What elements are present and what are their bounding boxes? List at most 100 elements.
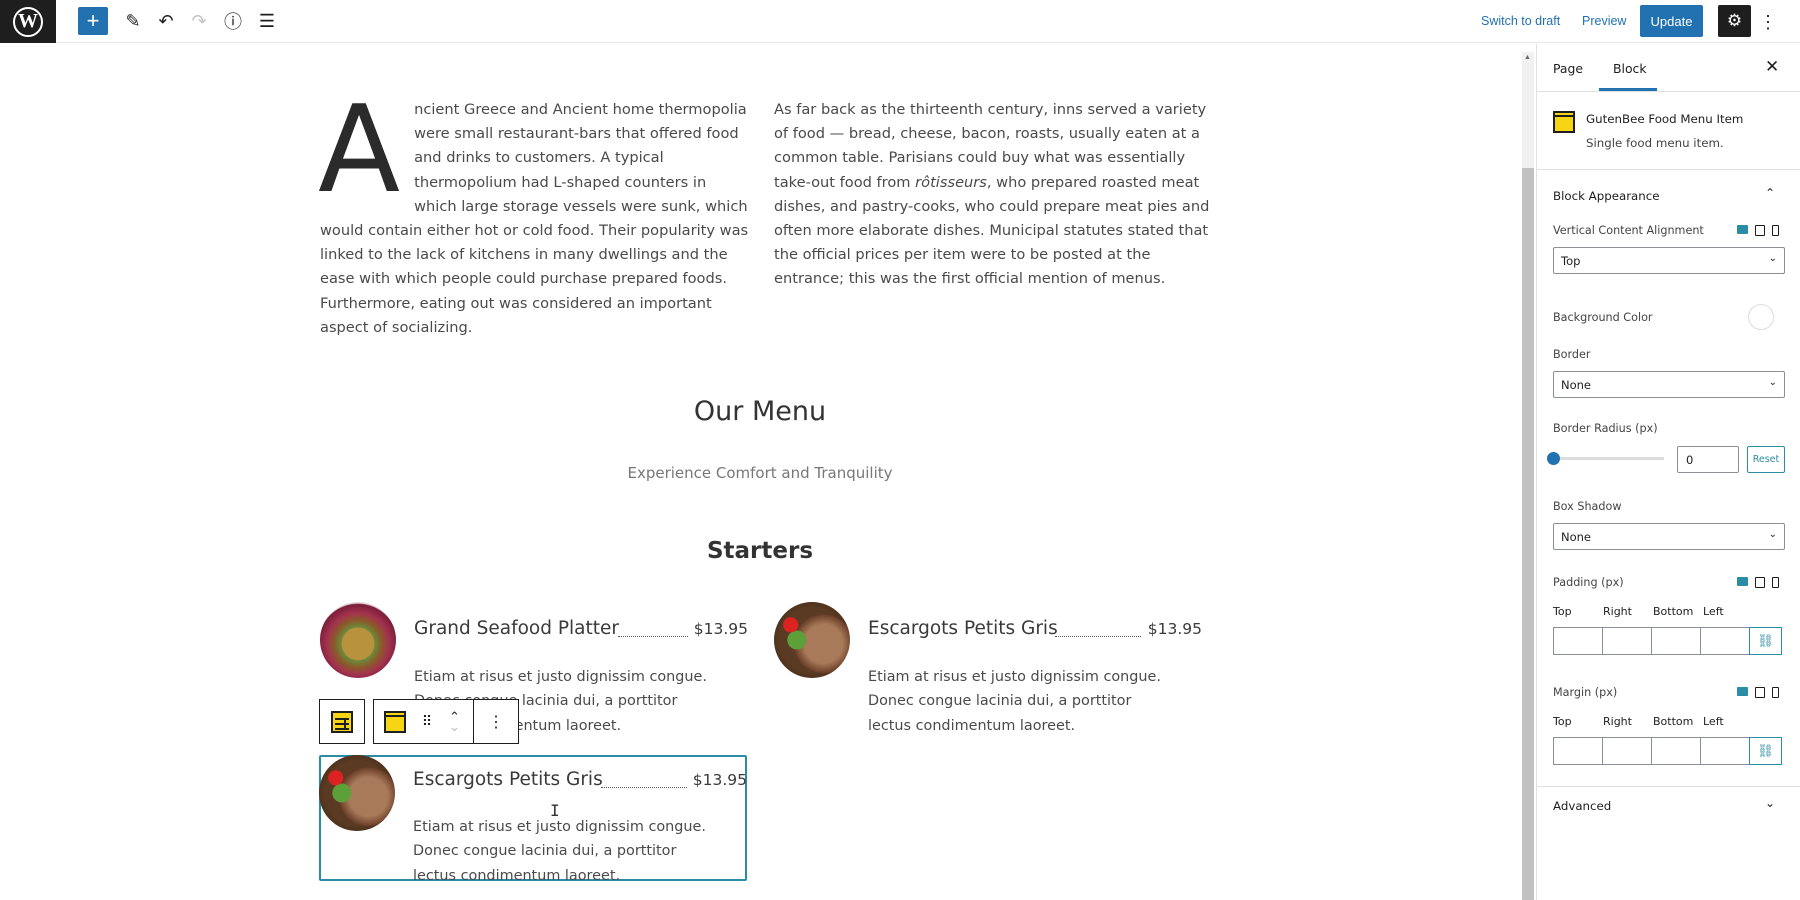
side-label-right: Right xyxy=(1603,715,1632,728)
undo-icon: ↶ xyxy=(158,10,174,31)
border-radius-slider-handle[interactable] xyxy=(1547,452,1560,465)
tools-button[interactable]: ✎ xyxy=(118,7,148,35)
padding-right-input[interactable] xyxy=(1602,627,1652,655)
margin-right-input[interactable] xyxy=(1602,737,1652,765)
pencil-icon: ✎ xyxy=(125,10,141,31)
menu-item-selected[interactable]: Escargots Petits Gris $13.95 Etiam at ri… xyxy=(319,755,747,884)
panel-title-block-appearance[interactable]: Block Appearance xyxy=(1553,189,1660,203)
menu-item-name[interactable]: Grand Seafood Platter xyxy=(414,618,619,639)
padding-link-button[interactable]: ⛓ xyxy=(1749,627,1782,655)
padding-bottom-input[interactable] xyxy=(1651,627,1701,655)
block-options-button[interactable]: ⋮ xyxy=(474,700,518,743)
settings-sidebar: Page Block ✕ GutenBee Food Menu Item Sin… xyxy=(1537,44,1800,900)
background-color-label: Background Color xyxy=(1553,311,1653,324)
menu-item-price[interactable]: $13.95 xyxy=(694,620,748,638)
vertical-alignment-label: Vertical Content Alignment xyxy=(1553,224,1704,237)
food-menu-item-icon xyxy=(384,710,406,733)
block-toolbar: ⠿ ⌃ ⌄ ⋮ xyxy=(319,699,519,745)
responsive-device-switcher xyxy=(1737,225,1779,236)
side-label-top: Top xyxy=(1553,605,1572,618)
tab-block[interactable]: Block xyxy=(1613,61,1647,76)
wordpress-logo-button[interactable]: W xyxy=(0,0,56,43)
margin-left-input[interactable] xyxy=(1700,737,1750,765)
dotted-leader xyxy=(601,787,687,788)
scroll-up-arrow-icon[interactable]: ▲ xyxy=(1524,54,1531,61)
options-menu-button[interactable]: ⋮ xyxy=(1759,8,1777,36)
border-radius-slider-track[interactable] xyxy=(1553,457,1664,460)
tab-page[interactable]: Page xyxy=(1553,61,1583,76)
panel-divider xyxy=(1537,786,1800,787)
padding-side-labels: Top Right Bottom Left xyxy=(1553,605,1753,618)
move-down-button[interactable]: ⌄ xyxy=(449,720,460,733)
preview-button[interactable]: Preview xyxy=(1582,14,1626,28)
block-type-button[interactable] xyxy=(374,700,416,743)
menu-subtitle[interactable]: Experience Comfort and Tranquility xyxy=(560,464,960,482)
undo-button[interactable]: ↶ xyxy=(151,7,181,35)
desktop-icon[interactable] xyxy=(1737,577,1748,586)
select-value: None xyxy=(1561,378,1592,392)
menu-item-image-seafood-platter xyxy=(320,602,396,678)
text-cursor: I xyxy=(550,801,560,820)
border-radius-input[interactable]: 0 xyxy=(1677,446,1739,473)
padding-left-input[interactable] xyxy=(1700,627,1750,655)
paragraph-right[interactable]: As far back as the thirteenth century, i… xyxy=(774,98,1210,292)
margin-link-button[interactable]: ⛓ xyxy=(1749,737,1782,765)
dotted-leader xyxy=(1055,636,1141,637)
add-block-button[interactable]: + xyxy=(78,7,108,35)
background-color-picker[interactable] xyxy=(1748,304,1774,330)
menu-title[interactable]: Our Menu xyxy=(560,396,960,427)
border-radius-reset-button[interactable]: Reset xyxy=(1747,446,1785,473)
paragraph-left[interactable]: A ncient Greece and Ancient home thermop… xyxy=(318,81,750,340)
update-button[interactable]: Update xyxy=(1640,5,1703,37)
menu-item-price[interactable]: $13.95 xyxy=(1148,620,1202,638)
menu-item-price[interactable]: $13.95 xyxy=(693,771,747,789)
food-menu-table-icon xyxy=(331,710,353,733)
paragraph-rest: which would contain either hot or cold f… xyxy=(320,197,749,336)
close-sidebar-button[interactable]: ✕ xyxy=(1765,57,1779,77)
vertical-alignment-select[interactable]: Top ⌄ xyxy=(1553,247,1785,274)
dotted-leader xyxy=(618,636,688,637)
link-icon: ⛓ xyxy=(1757,633,1774,649)
list-view-button[interactable]: ☰ xyxy=(252,7,282,35)
drag-handle[interactable]: ⠿ xyxy=(416,700,436,743)
menu-item[interactable]: Escargots Petits Gris $13.95 Etiam at ri… xyxy=(774,602,1202,734)
menu-item-description[interactable]: Etiam at risus et justo dignissim congue… xyxy=(868,665,1168,738)
padding-inputs: ⛓ xyxy=(1553,627,1782,655)
settings-button[interactable]: ⚙ xyxy=(1718,5,1751,37)
sidebar-tabs: Page Block ✕ xyxy=(1537,44,1800,92)
desktop-icon[interactable] xyxy=(1737,687,1748,696)
switch-to-draft-button[interactable]: Switch to draft xyxy=(1481,14,1560,28)
mobile-icon[interactable] xyxy=(1772,225,1779,236)
select-parent-block-button[interactable] xyxy=(319,699,365,744)
redo-button[interactable]: ↷ xyxy=(184,7,214,35)
menu-item-description[interactable]: Etiam at risus et justo dignissim congue… xyxy=(413,815,713,888)
margin-bottom-input[interactable] xyxy=(1651,737,1701,765)
box-shadow-select[interactable]: None ⌄ xyxy=(1553,523,1785,550)
canvas-scrollbar-thumb[interactable] xyxy=(1522,168,1534,900)
menu-item-name[interactable]: Escargots Petits Gris xyxy=(868,618,1058,639)
side-label-bottom: Bottom xyxy=(1653,715,1694,728)
chevron-down-icon[interactable]: ⌄ xyxy=(1765,796,1775,810)
wordpress-icon: W xyxy=(13,6,43,37)
padding-top-input[interactable] xyxy=(1553,627,1603,655)
tablet-icon[interactable] xyxy=(1755,577,1765,588)
margin-top-input[interactable] xyxy=(1553,737,1603,765)
dropcap-letter: A xyxy=(318,81,401,220)
section-title[interactable]: Starters xyxy=(560,538,960,564)
tablet-icon[interactable] xyxy=(1755,687,1765,698)
menu-item-image-grilled-steak xyxy=(774,602,850,678)
chevron-up-icon[interactable]: ⌃ xyxy=(1765,186,1775,200)
desktop-icon[interactable] xyxy=(1737,225,1748,234)
border-select[interactable]: None ⌄ xyxy=(1553,371,1785,398)
tablet-icon[interactable] xyxy=(1755,225,1765,236)
side-label-bottom: Bottom xyxy=(1653,605,1694,618)
margin-label: Margin (px) xyxy=(1553,686,1618,699)
margin-side-labels: Top Right Bottom Left xyxy=(1553,715,1753,728)
details-button[interactable]: ⓘ xyxy=(218,7,248,35)
panel-title-advanced[interactable]: Advanced xyxy=(1553,799,1611,813)
menu-item-name[interactable]: Escargots Petits Gris xyxy=(413,769,603,790)
mobile-icon[interactable] xyxy=(1772,687,1779,698)
select-value: Top xyxy=(1561,254,1581,268)
mobile-icon[interactable] xyxy=(1772,577,1779,588)
link-icon: ⛓ xyxy=(1757,743,1774,759)
